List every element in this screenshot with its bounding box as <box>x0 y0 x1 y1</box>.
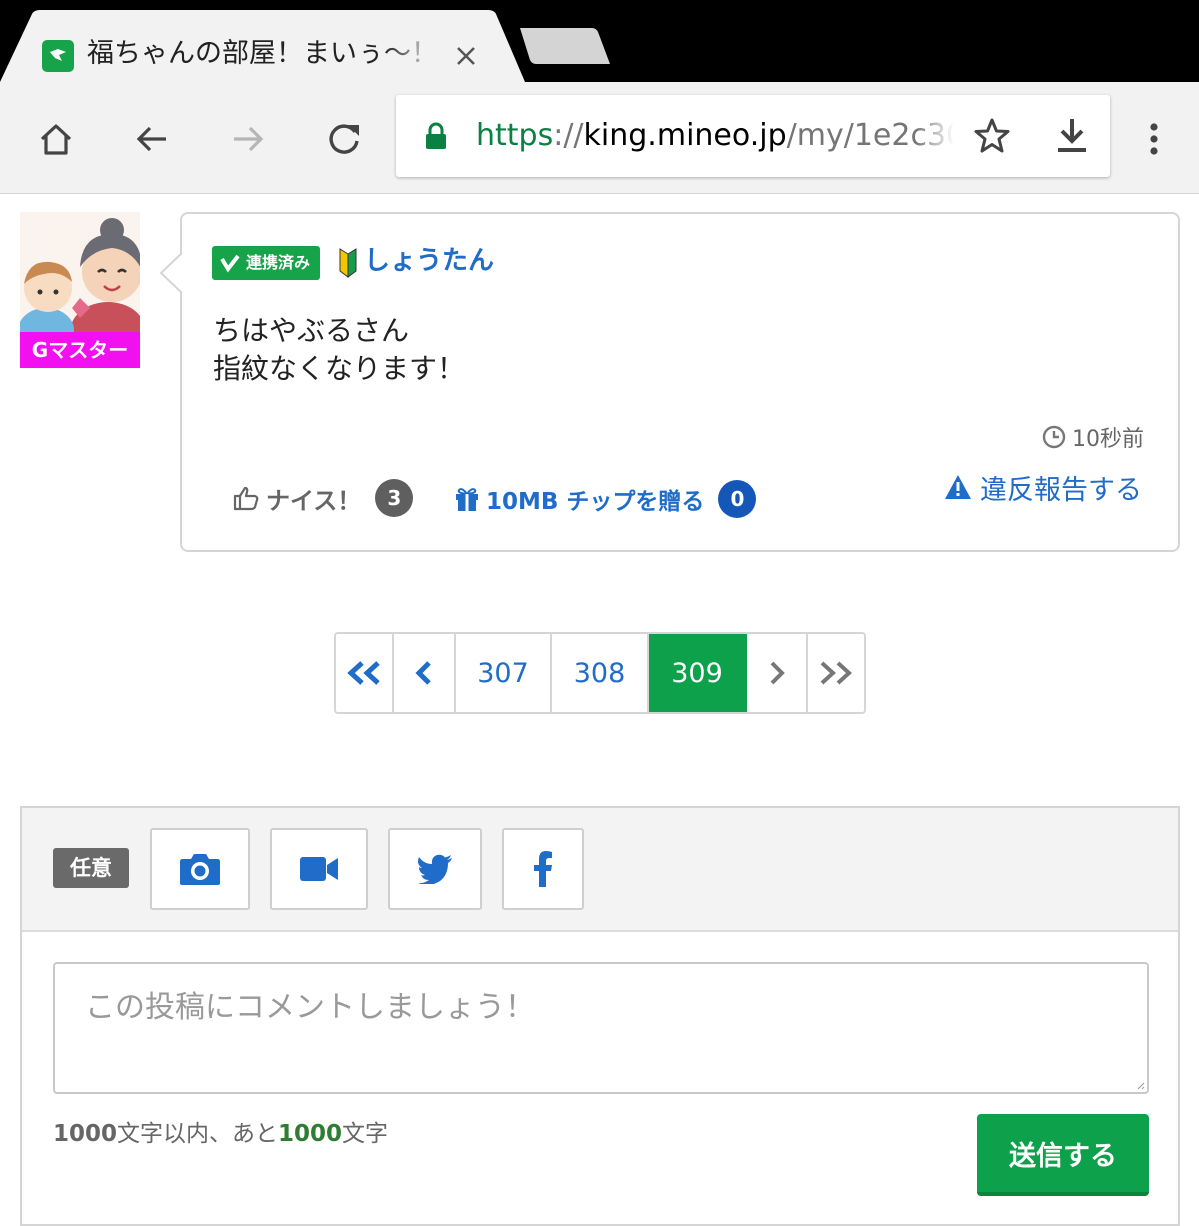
nice-label: ナイス！ <box>266 486 362 515</box>
twitter-icon <box>418 854 452 884</box>
address-bar[interactable]: https://king.mineo.jp/my/1e2c308 <box>396 95 1110 177</box>
home-icon[interactable] <box>32 115 80 163</box>
browser-tab[interactable]: 福ちゃんの部屋！まいぅ〜！ <box>0 10 525 82</box>
bubble-pointer <box>159 253 183 293</box>
attachment-bar: 任意 <box>22 808 1178 932</box>
page-link[interactable]: 307 <box>456 634 552 712</box>
site-favicon-icon <box>42 40 74 72</box>
linked-badge-label: 連携済み <box>246 253 311 272</box>
browser-toolbar: https://king.mineo.jp/my/1e2c308 <box>0 82 1199 194</box>
thumbs-up-icon <box>233 486 259 511</box>
forward-icon[interactable] <box>224 115 272 163</box>
close-tab-icon[interactable] <box>450 40 482 72</box>
page-link[interactable]: 308 <box>552 634 649 712</box>
back-icon[interactable] <box>128 115 176 163</box>
time-text: 10秒前 <box>1072 427 1144 452</box>
photo-upload-button[interactable] <box>150 828 250 910</box>
twitter-embed-button[interactable] <box>388 828 482 910</box>
post-timestamp: 10秒前 <box>1042 422 1144 452</box>
last-page-icon[interactable] <box>808 634 864 712</box>
url-host: king.mineo.jp <box>583 118 787 153</box>
menu-icon[interactable] <box>1134 115 1174 163</box>
char-remaining-suffix: 文字 <box>342 1121 389 1147</box>
download-icon[interactable] <box>1051 115 1093 157</box>
facebook-embed-button[interactable] <box>502 828 584 910</box>
comment-placeholder: この投稿にコメントしましょう！ <box>85 990 535 1025</box>
beginner-mark-icon <box>339 248 357 278</box>
resize-grip-icon[interactable] <box>1135 1080 1145 1090</box>
comment-form: 任意 この投稿にコメントしましょう！ 1000文字以内、あと1000文字 送信す… <box>20 806 1180 1226</box>
tip-button[interactable]: 10MB チップを贈る 0 <box>454 480 757 518</box>
reload-icon[interactable] <box>320 115 368 163</box>
char-remaining-number: 1000 <box>278 1121 343 1147</box>
char-limit-text: 文字以内、あと <box>117 1121 279 1147</box>
user-name-link[interactable]: しょうたん <box>364 242 494 280</box>
submit-button[interactable]: 送信する <box>977 1114 1149 1196</box>
camera-icon <box>180 854 220 885</box>
secure-lock-icon <box>426 122 446 149</box>
video-upload-button[interactable] <box>270 828 368 910</box>
report-label: 違反報告する <box>980 474 1142 506</box>
first-page-icon[interactable] <box>336 634 394 712</box>
optional-tag: 任意 <box>53 848 129 888</box>
char-limit-number: 1000 <box>53 1121 118 1147</box>
warning-icon <box>945 475 971 499</box>
new-tab-button[interactable] <box>518 26 612 66</box>
gift-icon <box>456 488 478 511</box>
url-path: /my/1e2c308 <box>786 118 954 153</box>
linked-badge: 連携済み <box>212 246 321 280</box>
nice-count-badge: 3 <box>375 479 414 517</box>
clock-icon <box>1042 425 1066 449</box>
char-counter: 1000文字以内、あと1000文字 <box>53 1114 388 1148</box>
video-camera-icon <box>300 857 338 881</box>
tip-label: 10MB チップを贈る <box>486 489 705 515</box>
post-body: ちはやぶるさん 指紋なくなります！ <box>213 312 465 388</box>
rank-badge: Gマスター <box>20 332 140 368</box>
next-page-icon[interactable] <box>747 634 808 712</box>
checkmark-logo-icon <box>220 254 240 273</box>
bookmark-star-icon[interactable] <box>971 115 1013 157</box>
comment-textarea[interactable]: この投稿にコメントしましょう！ <box>53 962 1149 1094</box>
post-text-line: 指紋なくなります！ <box>213 352 466 385</box>
url-separator: :// <box>553 118 584 153</box>
tab-strip: 福ちゃんの部屋！まいぅ〜！ <box>0 0 1199 82</box>
prev-page-icon[interactable] <box>394 634 456 712</box>
nice-button[interactable]: ナイス！ 3 <box>232 479 414 517</box>
url-scheme: https <box>476 118 554 153</box>
facebook-icon <box>534 851 552 887</box>
avatar[interactable] <box>20 212 140 332</box>
current-page[interactable]: 309 <box>649 634 747 712</box>
tab-title: 福ちゃんの部屋！まいぅ〜！ <box>87 38 437 69</box>
pagination: 307 308 309 <box>334 632 866 714</box>
post-text-line: ちはやぶるさん <box>213 314 410 347</box>
tip-count-badge: 0 <box>718 480 757 518</box>
url-text[interactable]: https://king.mineo.jp/my/1e2c308 <box>476 113 954 159</box>
report-link[interactable]: 違反報告する <box>944 468 1142 506</box>
